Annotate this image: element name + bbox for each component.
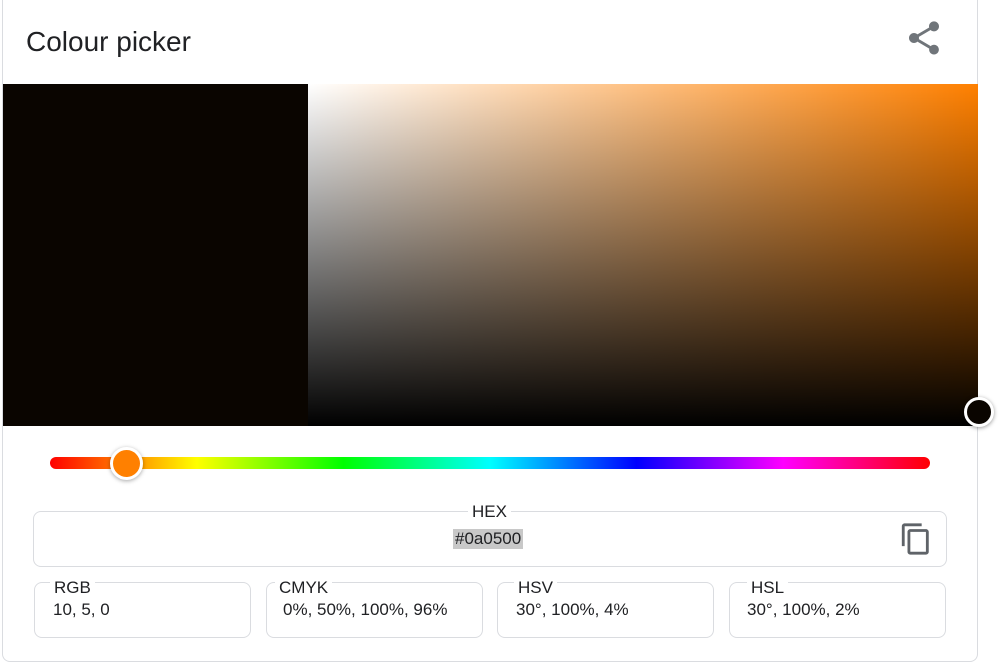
hue-slider-handle[interactable] bbox=[110, 447, 143, 480]
hsv-label: HSV bbox=[514, 579, 557, 597]
saturation-value-area[interactable] bbox=[308, 84, 978, 426]
share-icon[interactable] bbox=[904, 18, 944, 58]
copy-icon[interactable] bbox=[899, 522, 933, 556]
rgb-label: RGB bbox=[50, 579, 95, 597]
cmyk-value[interactable]: 0%, 50%, 100%, 96% bbox=[283, 600, 447, 620]
hex-input[interactable]: #0a0500 bbox=[453, 529, 524, 549]
hsv-value[interactable]: 30°, 100%, 4% bbox=[516, 600, 629, 620]
hsl-label: HSL bbox=[747, 579, 789, 597]
colour-preview-swatch bbox=[3, 84, 308, 426]
card-title: Colour picker bbox=[26, 26, 191, 57]
hue-slider[interactable] bbox=[50, 457, 930, 469]
cmyk-label: CMYK bbox=[275, 579, 333, 597]
hsl-value[interactable]: 30°, 100%, 2% bbox=[747, 600, 860, 620]
saturation-value-handle[interactable] bbox=[964, 397, 994, 427]
rgb-value[interactable]: 10, 5, 0 bbox=[53, 600, 110, 620]
hex-label: HEX bbox=[468, 503, 511, 521]
